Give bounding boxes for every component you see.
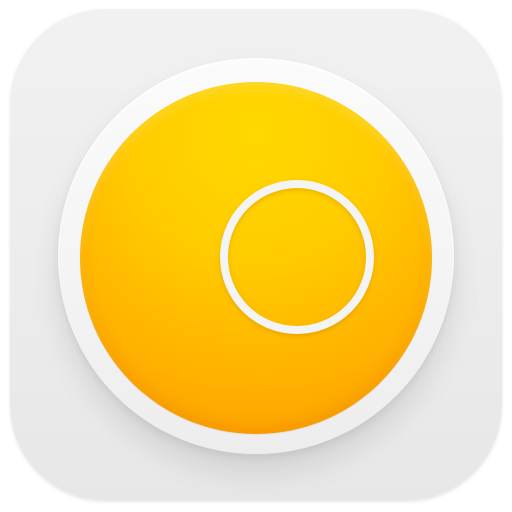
record-dot-icon (220, 180, 374, 334)
app-icon-canvas (0, 0, 512, 512)
